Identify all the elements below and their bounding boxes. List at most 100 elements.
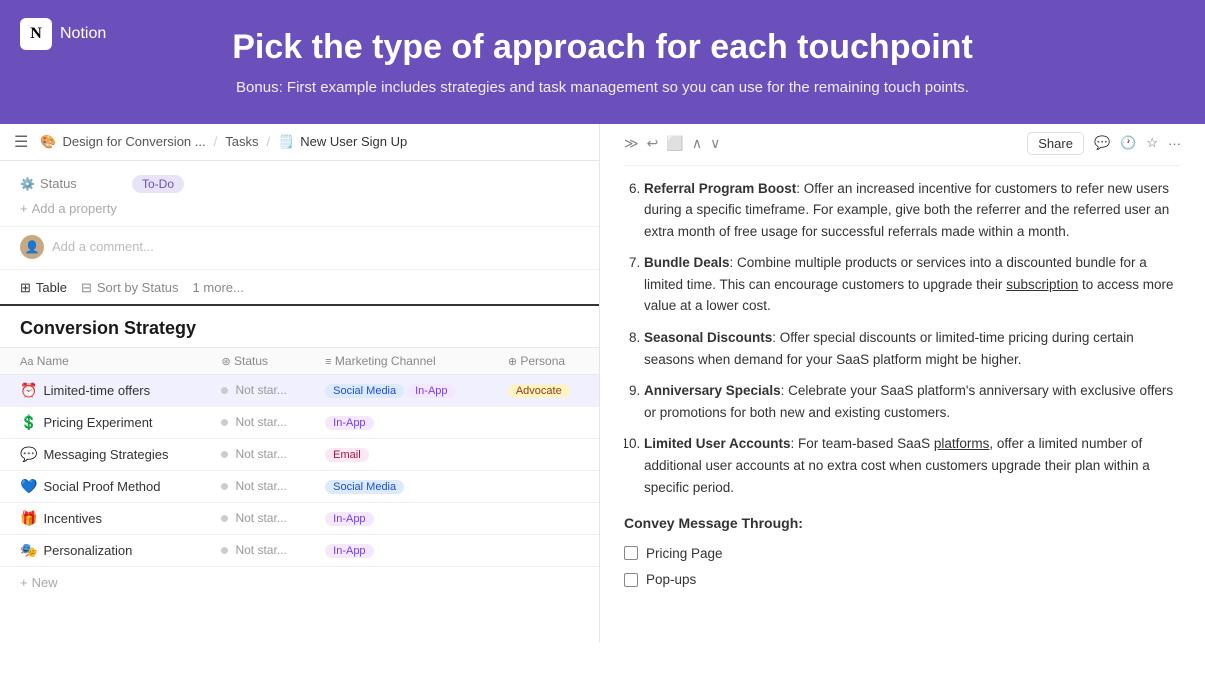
row-channels: In-App (313, 534, 496, 566)
channel-tag: Social Media (325, 480, 404, 494)
item-bold: Anniversary Specials (644, 383, 781, 398)
item-bold: Seasonal Discounts (644, 330, 772, 345)
table-row[interactable]: 💲Pricing Experiment Not star... In-App (0, 406, 599, 438)
page-title: Pick the type of approach for each touch… (20, 28, 1185, 67)
row-persona (496, 502, 599, 534)
right-nav-controls: ≫ ↩ ⬜ ∧ ∨ (624, 135, 720, 152)
back-icon[interactable]: ↩ (647, 135, 659, 152)
row-icon: 💲 (20, 414, 37, 430)
down-icon[interactable]: ∨ (710, 135, 720, 152)
row-name: 💬Messaging Strategies (0, 438, 209, 470)
table-row[interactable]: ⏰Limited-time offers Not star... Social … (0, 374, 599, 406)
logo-text: Notion (60, 25, 106, 43)
breadcrumb-workspace[interactable]: Design for Conversion ... (63, 134, 206, 149)
persona-tag: Advocate (508, 384, 570, 398)
channel-tag: In-App (325, 512, 373, 526)
breadcrumb-tasks[interactable]: Tasks (225, 134, 258, 149)
checkbox-label: Pricing Page (646, 543, 723, 565)
row-icon: 💬 (20, 446, 37, 462)
add-property-button[interactable]: + Add a property (20, 197, 579, 220)
section-title: Convey Message Through: (624, 512, 1181, 534)
menu-icon[interactable]: ☰ (14, 132, 28, 152)
row-persona (496, 470, 599, 502)
table-container: Conversion Strategy Aa Name ⊛ Status ≡ M… (0, 306, 599, 598)
layout-icon[interactable]: ⬜ (666, 135, 683, 152)
breadcrumb-sep-1: / (214, 134, 218, 149)
channel-tag: In-App (325, 416, 373, 430)
col-name: Aa Name (0, 347, 209, 374)
comment-icon[interactable]: 💬 (1094, 135, 1110, 151)
breadcrumb-sep-2: / (266, 134, 270, 149)
content-body: Referral Program Boost: Offer an increas… (624, 178, 1181, 598)
row-channels: In-App (313, 406, 496, 438)
properties-area: ⚙️ Status To-Do + Add a property (0, 161, 599, 227)
right-top-bar: ≫ ↩ ⬜ ∧ ∨ Share 💬 🕐 ☆ ··· (624, 124, 1181, 166)
conversion-table: Aa Name ⊛ Status ≡ Marketing Channel ⊕ P… (0, 347, 599, 567)
link-subscription[interactable]: subscription (1006, 277, 1078, 292)
table-row[interactable]: 🎭Personalization Not star... In-App (0, 534, 599, 566)
col-persona: ⊕ Persona (496, 347, 599, 374)
table-row[interactable]: 💙Social Proof Method Not star... Social … (0, 470, 599, 502)
comment-placeholder[interactable]: Add a comment... (52, 239, 154, 254)
logo: N Notion (20, 18, 106, 50)
list-item: Referral Program Boost: Offer an increas… (644, 178, 1181, 243)
row-icon: 💙 (20, 478, 37, 494)
status-badge[interactable]: To-Do (132, 175, 184, 193)
row-status: Not star... (209, 406, 313, 438)
checkbox[interactable] (624, 546, 638, 560)
sort-icon: ⊟ (81, 280, 92, 296)
list-item: Seasonal Discounts: Offer special discou… (644, 327, 1181, 370)
table-icon: ⊞ (20, 280, 31, 296)
status-property: ⚙️ Status To-Do (20, 171, 579, 197)
row-icon: 🎁 (20, 510, 37, 526)
up-icon[interactable]: ∧ (692, 135, 702, 152)
share-button[interactable]: Share (1027, 132, 1084, 155)
right-actions: Share 💬 🕐 ☆ ··· (1027, 132, 1181, 155)
plus-icon: + (20, 201, 28, 216)
notion-icon: N (20, 18, 52, 50)
checkbox-label: Banners (646, 596, 696, 598)
page-subtitle: Bonus: First example includes strategies… (20, 77, 1185, 100)
avatar: 👤 (20, 235, 44, 259)
row-name: 🎁Incentives (0, 502, 209, 534)
sort-button[interactable]: ⊟ Sort by Status (81, 280, 179, 296)
row-channels: Social Media (313, 470, 496, 502)
plus-icon-new: + (20, 575, 28, 590)
row-channels: In-App (313, 502, 496, 534)
more-options-button[interactable]: 1 more... (193, 280, 244, 295)
history-icon[interactable]: 🕐 (1120, 135, 1136, 151)
link-platforms[interactable]: platforms (934, 436, 990, 451)
checkbox-item: Pop-ups (624, 569, 1181, 591)
row-channels: Social MediaIn-App (313, 374, 496, 406)
status-icon: ⚙️ (20, 177, 35, 191)
add-new-button[interactable]: + New (0, 567, 599, 598)
row-status: Not star... (209, 438, 313, 470)
table-row[interactable]: 💬Messaging Strategies Not star... Email (0, 438, 599, 470)
row-status: Not star... (209, 502, 313, 534)
channel-tag: Email (325, 448, 369, 462)
channel-tag: In-App (325, 544, 373, 558)
table-view-button[interactable]: ⊞ Table (20, 280, 67, 306)
breadcrumb-page[interactable]: New User Sign Up (300, 134, 407, 149)
table-row[interactable]: 🎁Incentives Not star... In-App (0, 502, 599, 534)
star-icon[interactable]: ☆ (1146, 135, 1158, 151)
row-persona (496, 438, 599, 470)
top-bar: ☰ 🎨 Design for Conversion ... / Tasks / … (0, 124, 599, 161)
channel-tag: In-App (407, 384, 455, 398)
item-bold: Limited User Accounts (644, 436, 791, 451)
row-status: Not star... (209, 470, 313, 502)
row-status: Not star... (209, 534, 313, 566)
collapse-icon[interactable]: ≫ (624, 135, 639, 152)
row-persona: Advocate (496, 374, 599, 406)
comment-area: 👤 Add a comment... (0, 227, 599, 270)
more-icon[interactable]: ··· (1168, 136, 1181, 151)
page-icon: 🗒️ (278, 134, 294, 150)
item-bold: Referral Program Boost (644, 181, 796, 196)
checkbox-item: Banners (624, 596, 1181, 598)
row-channels: Email (313, 438, 496, 470)
list-item: Bundle Deals: Combine multiple products … (644, 252, 1181, 317)
checkbox[interactable] (624, 573, 638, 587)
row-icon: 🎭 (20, 542, 37, 558)
checkbox-label: Pop-ups (646, 569, 696, 591)
row-persona (496, 406, 599, 438)
